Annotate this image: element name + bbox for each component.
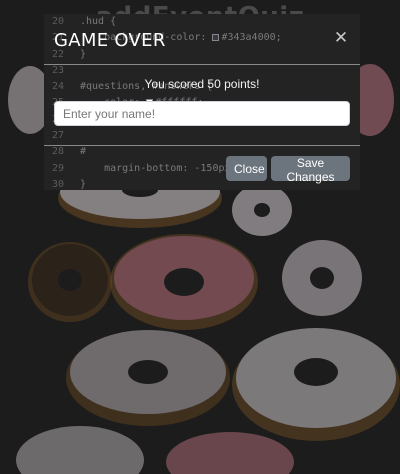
donut-icon [16, 426, 144, 474]
line-number: 28 [52, 146, 65, 158]
donut-icon [232, 328, 400, 441]
code-text: } [80, 177, 86, 190]
line-number: 30 [52, 178, 65, 190]
code-text: margin-bottom: -150px; [80, 161, 237, 177]
modal-footer-divider [44, 145, 360, 146]
line-number: 29 [52, 162, 65, 174]
code-token: } [80, 178, 87, 190]
code-line: 27 [44, 128, 360, 144]
donut-icon [166, 432, 294, 474]
donut-icon [232, 184, 292, 236]
modal-header: GAME OVER ✕ [44, 18, 360, 64]
close-icon[interactable]: ✕ [332, 28, 350, 48]
score-message: You scored 50 points! [144, 77, 260, 91]
save-changes-button[interactable]: Save Changes [271, 156, 350, 184]
code-text: # [80, 144, 86, 160]
modal-header-divider [44, 64, 360, 65]
line-number: 27 [52, 130, 65, 142]
modal-title: GAME OVER [54, 30, 166, 51]
code-token: # [80, 146, 87, 158]
donut-icon [28, 242, 112, 322]
code-token: margin-bottom: -150px; [80, 162, 237, 174]
donut-icon [282, 240, 362, 316]
donut-icon [66, 330, 230, 426]
name-input[interactable] [54, 101, 350, 126]
close-button[interactable]: Close [226, 156, 267, 181]
donut-icon [110, 234, 258, 330]
